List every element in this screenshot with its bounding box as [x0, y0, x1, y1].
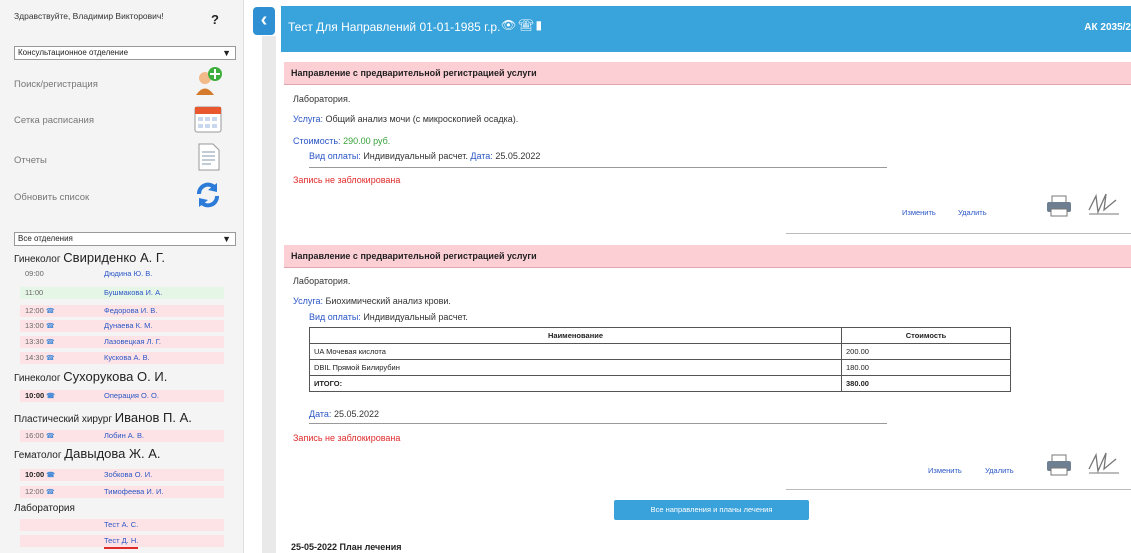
department-select[interactable]: Консультационное отделение ▼ [14, 46, 236, 60]
document-icon[interactable] [193, 142, 223, 172]
divider [309, 423, 887, 424]
phone-icon: ☎ [45, 355, 55, 362]
divider [262, 36, 276, 553]
app-root: Здравствуйте, Владимир Викторович! ?? Ко… [0, 0, 1131, 553]
signature-icon[interactable] [1086, 190, 1122, 216]
doctor-header: Гинеколог Свириденко А. Г. [14, 250, 165, 265]
schedule-slot[interactable]: 11:00 Бушмакова И. А. [20, 287, 224, 299]
greeting: Здравствуйте, Владимир Викторович! [14, 11, 164, 21]
referral-cost: Стоимость: 290.00 руб. [293, 136, 391, 146]
table-row: DBIL Прямой Билирубин 180.00 [309, 359, 1011, 376]
phone-icon[interactable]: ☎ [518, 18, 535, 32]
schedule-slot[interactable]: 16:00 ☎ Лобин А. В. [20, 430, 224, 442]
collapse-sidebar-button[interactable]: ‹ [253, 7, 275, 35]
column-header: Стоимость [841, 327, 1011, 344]
referral-dept: Лаборатория. [293, 276, 351, 286]
printer-icon[interactable] [1046, 195, 1072, 217]
divider [786, 489, 1131, 490]
table-total-row: ИТОГО: 380.00 [309, 375, 1011, 392]
sidebar: Здравствуйте, Владимир Викторович! ?? Ко… [0, 0, 244, 553]
column-header: Наименование [309, 327, 842, 344]
referral-payment: Вид оплаты: Индивидуальный расчет. Дата:… [309, 151, 541, 161]
chevron-down-icon: ▼ [222, 234, 231, 244]
lock-status: Запись не заблокирована [293, 175, 401, 185]
schedule-slot[interactable]: 12:00 ☎ Тимофеева И. И. [20, 486, 224, 498]
table-header-row: Наименование Стоимость [309, 327, 1011, 344]
menu-schedule-grid[interactable]: Сетка расписания [14, 115, 94, 126]
referral-payment: Вид оплаты: Индивидуальный расчет. [309, 312, 468, 322]
edit-link[interactable]: Изменить [902, 208, 936, 217]
treatment-plan-heading: 25-05-2022 План лечения [291, 542, 402, 552]
schedule-slot-selected[interactable]: Тест Д. Н. [20, 535, 224, 549]
phone-icon: ☎ [45, 489, 55, 496]
divider [786, 233, 1131, 234]
doctor-header: Пластический хирург Иванов П. А. [14, 410, 192, 425]
phone-icon: ☎ [46, 472, 56, 479]
doctor-header: Гематолог Давыдова Ж. А. [14, 446, 161, 461]
menu-search-registration[interactable]: Поиск/регистрация [14, 79, 98, 90]
schedule-slot[interactable]: 14:30 ☎ Кускова А. В. [20, 352, 224, 364]
refresh-icon[interactable] [193, 180, 223, 210]
doctor-header: Гинеколог Сухорукова О. И. [14, 369, 168, 384]
divider [309, 167, 887, 168]
main-content: Направление с предварительной регистраци… [281, 52, 1131, 553]
delete-link[interactable]: Удалить [958, 208, 987, 217]
referral-service: Услуга: Общий анализ мочи (с микроскопие… [293, 114, 519, 124]
referral-dept: Лаборатория. [293, 94, 351, 104]
all-referrals-button[interactable]: Все направления и планы лечения [614, 500, 809, 520]
patient-title: Тест Для Направлений 01-01-1985 г.р. [288, 20, 501, 34]
lock-status: Запись не заблокирована [293, 433, 401, 443]
signature-icon[interactable] [1086, 449, 1122, 475]
schedule-slot[interactable]: 12:00 ☎ Федорова И. В. [20, 305, 224, 317]
referral-heading: Направление с предварительной регистраци… [284, 62, 1131, 85]
schedule-slot[interactable]: 10:00 ☎ Операция О. О. [20, 390, 224, 402]
filter-select-value: Все отделения [18, 234, 73, 243]
department-select-value: Консультационное отделение [18, 48, 129, 57]
services-cost-table: Наименование Стоимость UA Мочевая кислот… [309, 327, 1011, 392]
chevron-down-icon: ▼ [222, 48, 231, 58]
edit-link[interactable]: Изменить [928, 466, 962, 475]
schedule-slot[interactable]: Тест А. С. [20, 519, 224, 531]
department-filter-select[interactable]: Все отделения ▼ [14, 232, 236, 246]
phone-icon: ☎ [45, 308, 55, 315]
phone-icon: ☎ [45, 433, 55, 440]
patient-header: Тест Для Направлений 01-01-1985 г.р. 👁☎▮… [281, 6, 1131, 52]
doctor-header: Лаборатория [14, 503, 75, 514]
phone-icon: ☎ [45, 339, 55, 346]
printer-icon[interactable] [1046, 454, 1072, 476]
referral-service: Услуга: Биохимический анализ крови. [293, 296, 451, 306]
chevron-left-icon: ‹ [260, 9, 268, 31]
record-code: АК 2035/2 [1084, 22, 1131, 33]
schedule-slot[interactable]: 13:30 ☎ Лазовецкая Л. Г. [20, 336, 224, 348]
calendar-icon[interactable] [193, 104, 223, 134]
referral-heading: Направление с предварительной регистраци… [284, 245, 1131, 268]
table-row: UA Мочевая кислота 200.00 [309, 343, 1011, 360]
referral-date: Дата: 25.05.2022 [309, 409, 379, 419]
menu-reports[interactable]: Отчеты [14, 155, 47, 166]
menu-refresh-list[interactable]: Обновить список [14, 192, 89, 203]
help-icon[interactable]: ?? [211, 12, 219, 27]
eye-icon[interactable]: 👁 [501, 18, 518, 32]
phone-icon: ☎ [46, 393, 56, 400]
delete-link[interactable]: Удалить [985, 466, 1014, 475]
phone-icon: ☎ [45, 323, 55, 330]
schedule-slot[interactable]: 13:00 ☎ Дунаева К. М. [20, 320, 224, 332]
add-user-icon[interactable] [193, 66, 223, 96]
schedule-slot[interactable]: 09:00 Дюдина Ю. В. [20, 268, 224, 280]
schedule-slot[interactable]: 10:00 ☎ Зобкова О. И. [20, 469, 224, 481]
clipboard-icon[interactable]: ▮ [535, 18, 544, 32]
